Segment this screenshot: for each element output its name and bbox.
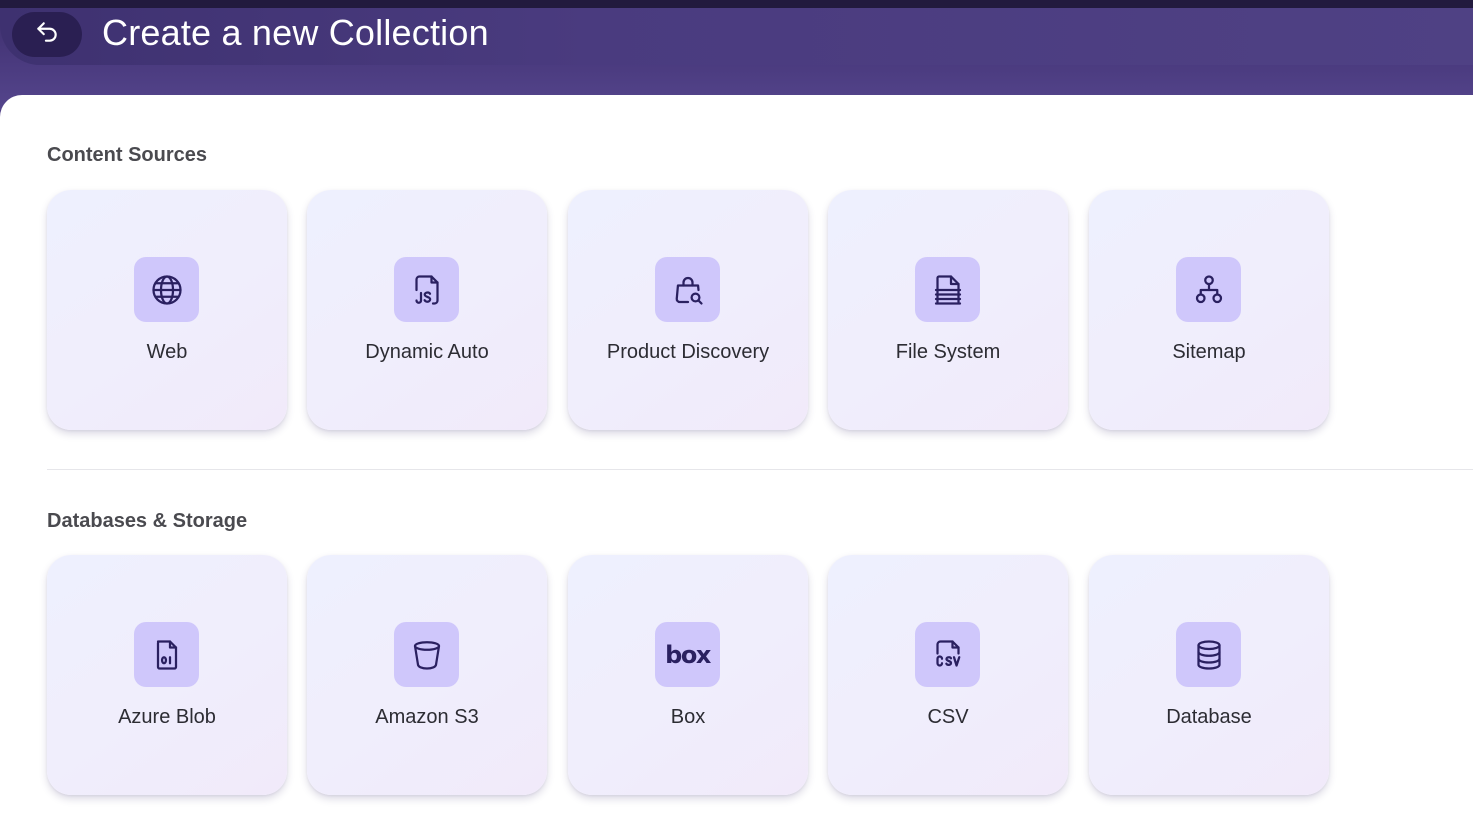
card-web[interactable]: Web	[47, 190, 287, 430]
top-header-bar: Create a new Collection	[0, 0, 1473, 110]
window-top-strip	[0, 0, 1473, 8]
card-label: File System	[895, 341, 1001, 363]
card-label: Amazon S3	[375, 706, 479, 728]
main-content: Content Sources Web Dynamic Auto Product…	[0, 95, 1473, 816]
csv-file-icon	[915, 622, 980, 687]
card-database[interactable]: Database	[1089, 555, 1329, 795]
section-title-databases-storage: Databases & Storage	[47, 510, 248, 532]
card-label: Sitemap	[1172, 341, 1246, 363]
card-csv[interactable]: CSV	[828, 555, 1068, 795]
back-arrow-icon	[34, 19, 60, 50]
binary-file-icon	[134, 622, 199, 687]
document-icon	[915, 257, 980, 322]
back-button[interactable]	[12, 12, 82, 57]
card-label: Box	[670, 706, 706, 728]
box-logo-icon: box	[655, 622, 720, 687]
page-title: Create a new Collection	[102, 12, 489, 53]
database-icon	[1176, 622, 1241, 687]
card-label: Product Discovery	[606, 341, 770, 363]
card-box[interactable]: box Box	[568, 555, 808, 795]
bucket-icon	[394, 622, 459, 687]
card-label: Web	[146, 341, 188, 363]
card-label: Database	[1166, 706, 1252, 728]
card-label: Azure Blob	[118, 706, 216, 728]
section-divider	[47, 469, 1473, 470]
card-product-discovery[interactable]: Product Discovery	[568, 190, 808, 430]
bag-search-icon	[655, 257, 720, 322]
card-amazon-s3[interactable]: Amazon S3	[307, 555, 547, 795]
card-file-system[interactable]: File System	[828, 190, 1068, 430]
card-azure-blob[interactable]: Azure Blob	[47, 555, 287, 795]
card-label: CSV	[927, 706, 969, 728]
card-label: Dynamic Auto	[365, 341, 489, 363]
globe-icon	[134, 257, 199, 322]
card-sitemap[interactable]: Sitemap	[1089, 190, 1329, 430]
js-file-icon	[394, 257, 459, 322]
card-dynamic-auto[interactable]: Dynamic Auto	[307, 190, 547, 430]
header: Create a new Collection	[0, 8, 1473, 65]
sitemap-icon	[1176, 257, 1241, 322]
section-title-content-sources: Content Sources	[47, 144, 208, 166]
box-logo-text: box	[665, 640, 711, 669]
